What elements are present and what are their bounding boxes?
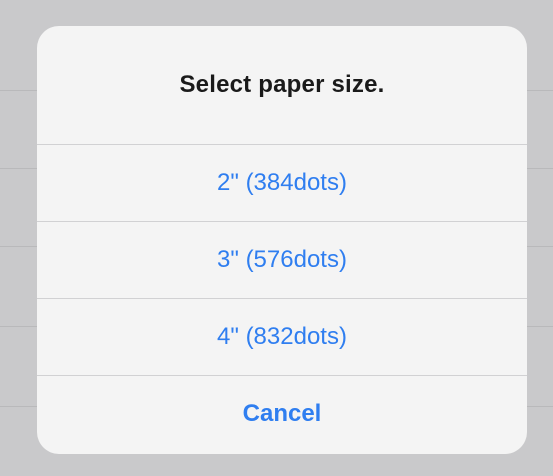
- paper-size-alert: Select paper size. 2" (384dots) 3" (576d…: [37, 26, 527, 454]
- alert-title: Select paper size.: [179, 71, 385, 98]
- paper-size-option-4-inch[interactable]: 4" (832dots): [37, 298, 527, 375]
- cancel-button[interactable]: Cancel: [37, 375, 527, 452]
- paper-size-option-3-inch[interactable]: 3" (576dots): [37, 221, 527, 298]
- paper-size-option-2-inch[interactable]: 2" (384dots): [37, 144, 527, 221]
